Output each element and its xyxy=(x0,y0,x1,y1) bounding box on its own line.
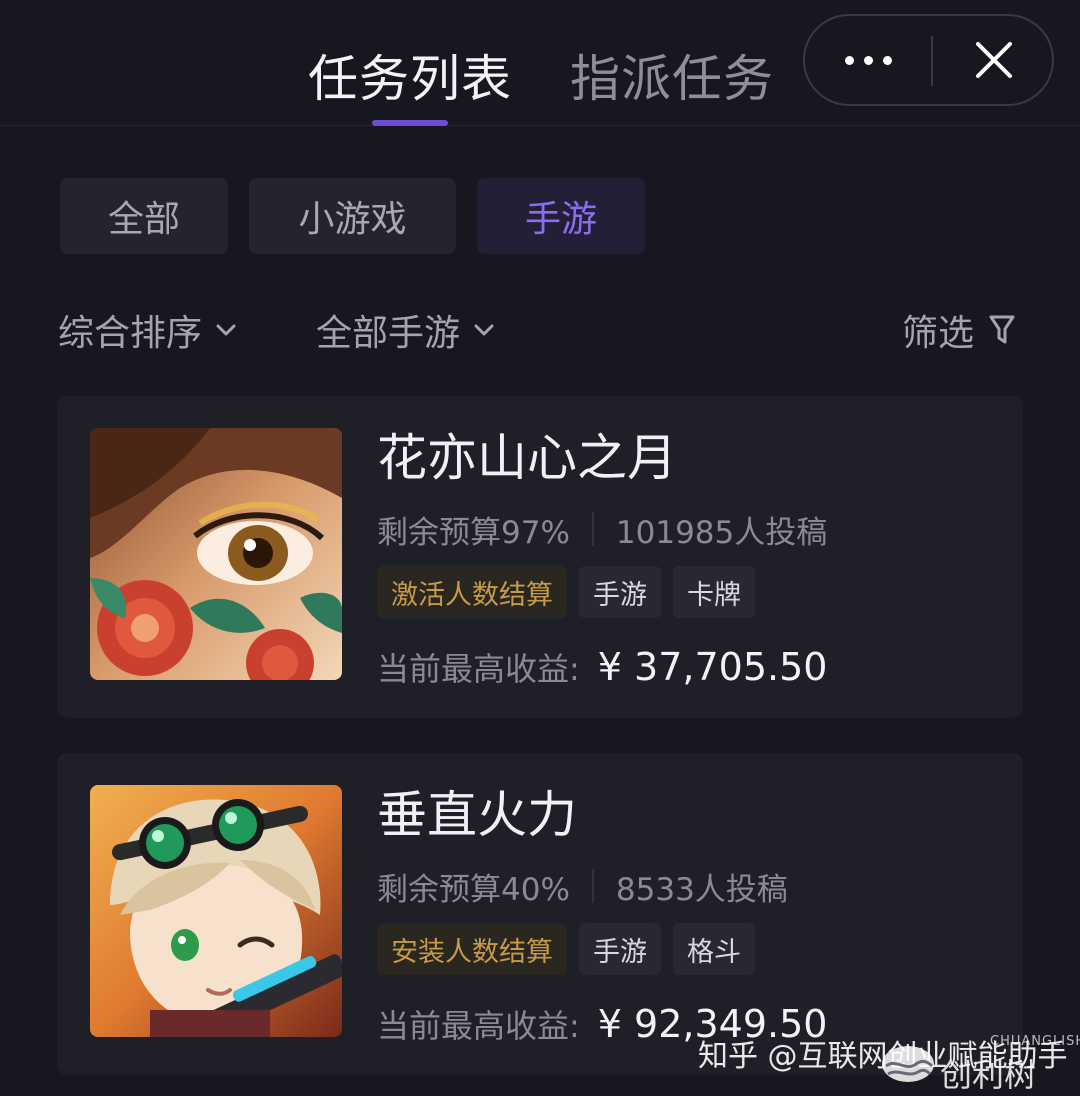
funnel-icon xyxy=(989,315,1015,344)
task-stats: 剩余预算97% 101985人投稿 xyxy=(377,506,827,552)
remaining-budget: 剩余预算97% xyxy=(377,514,570,551)
close-icon xyxy=(975,42,1012,78)
game-cover-image xyxy=(90,428,342,680)
submission-count: 8533人投稿 xyxy=(615,871,788,908)
brand-logo-icon xyxy=(882,1046,934,1082)
sort-filter-bar: 综合排序 全部手游 筛选 xyxy=(0,300,1080,360)
category-all-button[interactable]: 全部 xyxy=(60,178,228,254)
tab-assigned-tasks[interactable]: 指派任务 xyxy=(570,48,774,110)
more-dots-icon xyxy=(844,55,892,65)
category-tag: 手游 xyxy=(579,566,661,618)
genre-tag: 格斗 xyxy=(673,923,755,975)
game-cover-image xyxy=(90,785,342,1037)
settlement-tag: 安装人数结算 xyxy=(377,923,567,975)
brand-latin-text: CHUANGLISHU xyxy=(990,1034,1080,1049)
max-earnings-label: 当前最高收益: xyxy=(377,650,580,688)
max-earnings: 当前最高收益: ¥ 37,705.50 xyxy=(377,644,827,690)
tab-task-list[interactable]: 任务列表 xyxy=(308,48,512,110)
filter-label: 筛选 xyxy=(902,313,975,354)
top-header: 任务列表 指派任务 xyxy=(0,0,1080,126)
category-mobile-games-button[interactable]: 手游 xyxy=(477,178,645,254)
mini-program-capsule xyxy=(803,14,1054,106)
sort-dropdown[interactable]: 综合排序 xyxy=(58,300,238,360)
task-title: 花亦山心之月 xyxy=(377,429,677,487)
submission-count: 101985人投稿 xyxy=(615,514,828,551)
chevron-down-icon xyxy=(474,324,494,336)
category-mini-games-button[interactable]: 小游戏 xyxy=(249,178,456,254)
filter-button[interactable]: 筛选 xyxy=(902,300,1016,360)
task-card[interactable]: 花亦山心之月 剩余预算97% 101985人投稿 激活人数结算 手游 卡牌 当前… xyxy=(57,396,1023,718)
game-type-dropdown[interactable]: 全部手游 xyxy=(316,300,496,360)
task-list-page: 任务列表 指派任务 全部 小游戏 手游 综合排序 全部手游 筛选 花亦山心之月 … xyxy=(0,0,1080,1096)
max-earnings-label: 当前最高收益: xyxy=(377,1007,580,1045)
task-tags: 激活人数结算 手游 卡牌 xyxy=(377,566,755,618)
settlement-tag: 激活人数结算 xyxy=(377,566,567,618)
stat-divider xyxy=(591,869,594,903)
brand-name-text: 创利树 xyxy=(940,1056,1037,1094)
max-earnings-value: ¥ 37,705.50 xyxy=(597,645,828,689)
active-tab-indicator xyxy=(372,120,448,126)
game-type-dropdown-label: 全部手游 xyxy=(316,313,461,354)
task-card[interactable]: 垂直火力 剩余预算40% 8533人投稿 安装人数结算 手游 格斗 当前最高收益… xyxy=(57,753,1023,1075)
sort-dropdown-label: 综合排序 xyxy=(58,313,203,354)
stat-divider xyxy=(591,512,594,546)
task-stats: 剩余预算40% 8533人投稿 xyxy=(377,863,788,909)
remaining-budget: 剩余预算40% xyxy=(377,871,570,908)
task-title: 垂直火力 xyxy=(377,786,577,844)
more-button[interactable] xyxy=(805,16,931,104)
category-tag: 手游 xyxy=(579,923,661,975)
genre-tag: 卡牌 xyxy=(673,566,755,618)
close-button[interactable] xyxy=(933,16,1054,104)
chevron-down-icon xyxy=(216,324,236,336)
task-tags: 安装人数结算 手游 格斗 xyxy=(377,923,755,975)
